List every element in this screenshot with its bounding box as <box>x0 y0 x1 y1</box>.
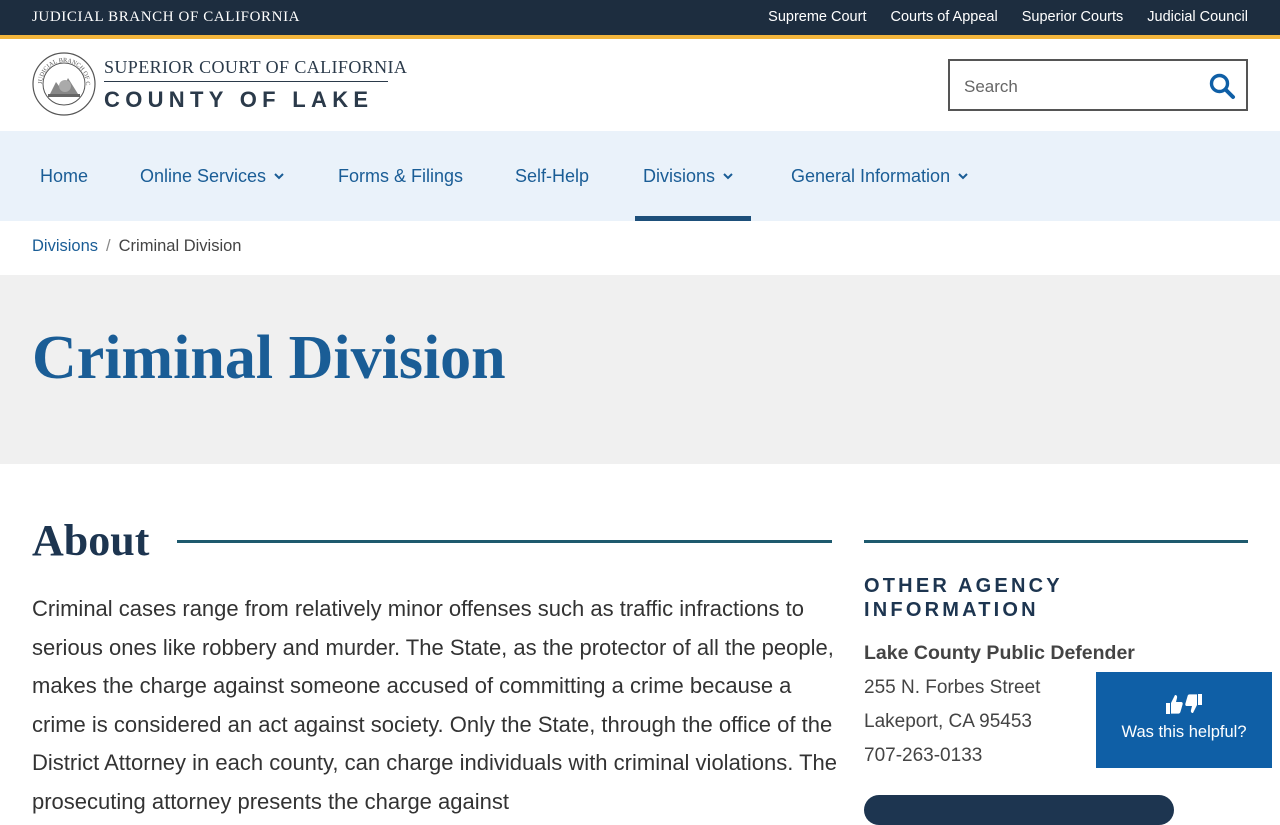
was-this-helpful-label: Was this helpful? <box>1121 723 1247 741</box>
nav-divisions-label: Divisions <box>643 165 716 186</box>
nav-forms-filings-label: Forms & Filings <box>338 165 464 186</box>
logo-divider <box>104 81 388 82</box>
was-this-helpful-button[interactable]: Was this helpful? <box>1096 672 1272 768</box>
agency-name: Lake County Public Defender <box>864 642 1135 664</box>
nav-home-label: Home <box>40 165 89 186</box>
sidebar-heading: OTHER AGENCY INFORMATION <box>864 575 1063 621</box>
nav-online-services-label: Online Services <box>140 165 267 186</box>
court-name-line1[interactable]: SUPERIOR COURT OF CALIFORNIA <box>104 57 407 78</box>
gold-divider <box>0 35 1280 39</box>
search-icon[interactable] <box>1208 72 1236 100</box>
thumbs-up-down-icon <box>1166 694 1202 714</box>
breadcrumb-current: Criminal Division <box>118 237 242 255</box>
breadcrumb-separator: / <box>106 237 111 255</box>
court-seal-logo[interactable]: JUDICIAL BRANCH OF CALIFORNIA <box>32 52 96 116</box>
judicial-branch-label: JUDICIAL BRANCH OF CALIFORNIA <box>32 9 301 25</box>
nav-self-help[interactable]: Self-Help <box>515 131 589 221</box>
utility-links: Supreme Court Courts of Appeal Superior … <box>768 9 1248 25</box>
nav-forms-filings[interactable]: Forms & Filings <box>338 131 463 221</box>
courts-of-appeal-link[interactable]: Courts of Appeal <box>890 9 997 25</box>
about-heading: About <box>32 516 150 565</box>
nav-general-information-label: General Information <box>791 165 951 186</box>
court-name-line2[interactable]: COUNTY OF LAKE <box>104 87 373 113</box>
supreme-court-link[interactable]: Supreme Court <box>768 9 866 25</box>
agency-street: 255 N. Forbes Street <box>864 677 1041 698</box>
page-title: Criminal Division <box>32 324 506 392</box>
about-heading-rule <box>177 540 832 543</box>
about-paragraph: Criminal cases range from relatively min… <box>32 596 838 814</box>
superior-courts-link[interactable]: Superior Courts <box>1022 9 1124 25</box>
search-box <box>948 59 1248 111</box>
nav-self-help-label: Self-Help <box>515 165 590 186</box>
utility-bar: JUDICIAL BRANCH OF CALIFORNIA Supreme Co… <box>0 0 1280 35</box>
breadcrumb: Divisions / Criminal Division <box>32 237 241 256</box>
nav-general-information[interactable]: General Information <box>791 131 968 221</box>
nav-home[interactable]: Home <box>40 131 88 221</box>
page-hero: Criminal Division <box>0 275 1280 464</box>
nav-divisions[interactable]: Divisions <box>643 131 733 221</box>
agency-phone[interactable]: 707-263-0133 <box>864 745 982 767</box>
chevron-down-icon <box>723 173 733 180</box>
nav-active-indicator <box>635 216 751 221</box>
breadcrumb-divisions-link[interactable]: Divisions <box>32 237 98 255</box>
agency-city: Lakeport, CA 95453 <box>864 711 1032 732</box>
chevron-down-icon <box>274 173 284 180</box>
main-nav: Home Online Services Forms & Filings Sel… <box>0 131 1280 221</box>
nav-online-services[interactable]: Online Services <box>140 131 284 221</box>
chevron-down-icon <box>958 173 968 180</box>
judicial-council-link[interactable]: Judicial Council <box>1147 9 1248 25</box>
search-input[interactable] <box>962 73 1196 101</box>
sidebar-rule <box>864 540 1248 543</box>
